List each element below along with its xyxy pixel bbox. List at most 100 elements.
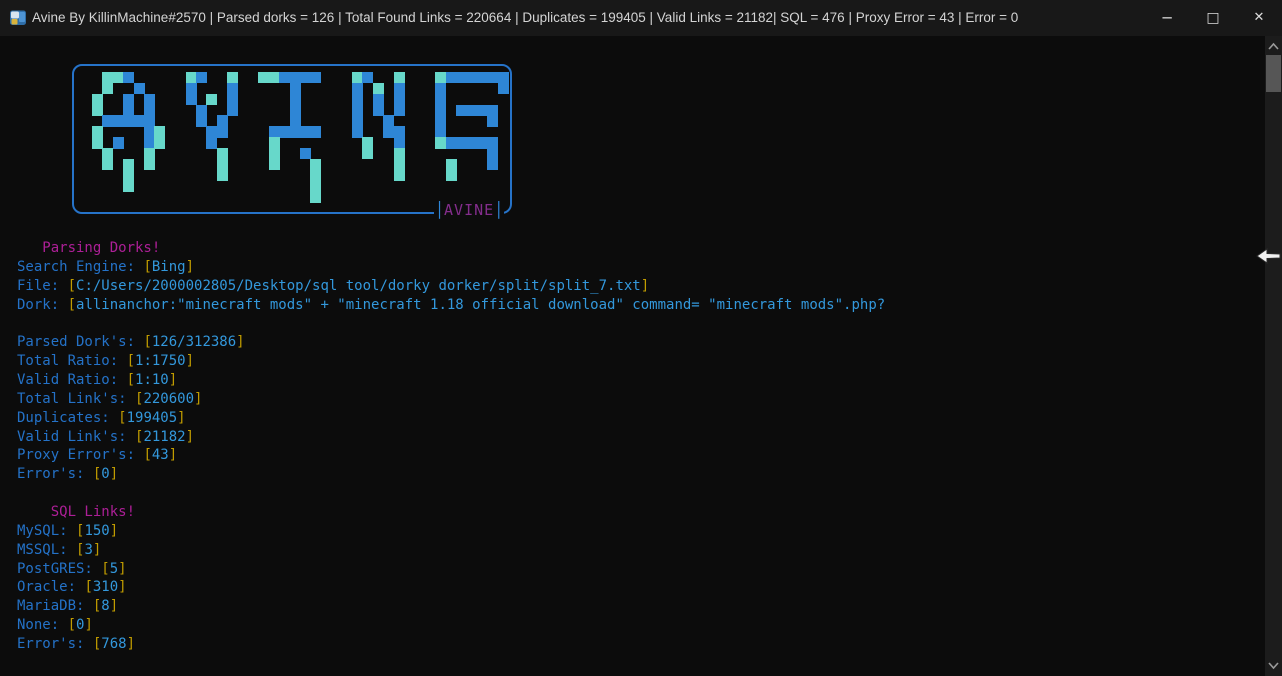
line-label: PostGRES: (17, 561, 101, 577)
line-label: Oracle: (17, 579, 84, 595)
logo-pixel-cyan (269, 159, 280, 170)
line-value: Bing (152, 259, 186, 275)
logo-pixel-cyan (217, 170, 228, 181)
logo-pixel-blue (227, 94, 238, 105)
logo-pixel-blue (290, 126, 301, 137)
bracket-open: [ (68, 278, 76, 294)
logo-pixel-blue (435, 126, 446, 137)
logo-pixel-blue (498, 83, 509, 94)
logo-pixel-blue (487, 159, 498, 170)
logo-pixel-blue (456, 72, 467, 83)
logo-pixel-blue (487, 137, 498, 148)
logo-pixel-blue (394, 83, 405, 94)
logo-pixel-cyan (144, 159, 155, 170)
logo-pixel-blue (300, 148, 311, 159)
logo-pixel-blue (123, 115, 134, 126)
logo-pixel-blue (310, 126, 321, 137)
bracket-open: [ (101, 561, 109, 577)
logo-pixel-cyan (102, 148, 113, 159)
line-value: allinanchor:"minecraft mods" + "minecraf… (76, 297, 885, 313)
logo-pixel-blue (487, 148, 498, 159)
line-label: Duplicates: (17, 410, 118, 426)
scroll-down-button[interactable] (1265, 657, 1282, 673)
console-line: Parsed Dork's: [126/312386] (17, 333, 885, 352)
bracket-close: ] (84, 617, 92, 633)
console-line: Parsing Dorks! (17, 239, 885, 258)
logo-pixel-blue (394, 137, 405, 148)
bracket-close: ] (127, 636, 135, 652)
logo-pixel-cyan (310, 181, 321, 192)
logo-pixel-cyan (352, 72, 363, 83)
logo-pixel-blue (477, 72, 488, 83)
logo-pixel-blue (383, 115, 394, 126)
logo-tag-pipe-right: │ (494, 201, 503, 219)
logo-pixel-blue (352, 94, 363, 105)
line-value: 310 (93, 579, 118, 595)
logo-pixel-cyan (310, 191, 321, 202)
logo-pixel-blue (279, 126, 290, 137)
logo-pixel-cyan (154, 137, 165, 148)
close-button[interactable]: ✕ (1236, 0, 1282, 36)
logo-pixel-cyan (217, 159, 228, 170)
bracket-close: ] (169, 447, 177, 463)
logo-pixel-blue (456, 105, 467, 116)
logo-pixel-blue (394, 94, 405, 105)
logo-pixel-blue (352, 115, 363, 126)
logo-tag-pipe-left: │ (435, 201, 444, 219)
logo-pixel-blue (134, 115, 145, 126)
logo-pixel-blue (290, 105, 301, 116)
logo-pixel-cyan (362, 148, 373, 159)
logo-pixel-cyan (154, 126, 165, 137)
title-bar[interactable]: Avine By KillinMachine#2570 | Parsed dor… (0, 0, 1282, 36)
line-value: 199405 (127, 410, 178, 426)
console-line: MySQL: [150] (17, 522, 885, 541)
logo-pixel-blue (352, 126, 363, 137)
line-label: Search Engine: (17, 259, 143, 275)
logo-pixel-blue (310, 72, 321, 83)
logo-pixel-cyan (217, 148, 228, 159)
line-value: 43 (152, 447, 169, 463)
scroll-up-button[interactable] (1265, 39, 1282, 55)
logo-pixel-blue (435, 94, 446, 105)
logo-pixel-cyan (310, 170, 321, 181)
console-line: File: [C:/Users/2000002805/Desktop/sql t… (17, 277, 885, 296)
logo-pixel-cyan (394, 72, 405, 83)
logo-pixel-cyan (123, 159, 134, 170)
logo-pixel-cyan (435, 137, 446, 148)
vertical-scrollbar[interactable] (1265, 36, 1282, 676)
logo-pixel-blue (498, 72, 509, 83)
logo-pixel-blue (290, 72, 301, 83)
logo-pixel-cyan (186, 72, 197, 83)
logo-pixel-blue (186, 83, 197, 94)
maximize-button[interactable]: □ (1190, 0, 1236, 36)
logo-pixel-blue (269, 126, 280, 137)
line-value: 8 (101, 598, 109, 614)
logo-pixel-blue (227, 83, 238, 94)
bracket-close: ] (236, 334, 244, 350)
app-icon (9, 10, 27, 26)
console-line (17, 484, 885, 503)
bracket-open: [ (143, 447, 151, 463)
logo-pixel-blue (373, 105, 384, 116)
logo-pixel-cyan (394, 159, 405, 170)
scrollbar-thumb[interactable] (1266, 55, 1281, 92)
logo-pixel-blue (144, 105, 155, 116)
bracket-open: [ (127, 372, 135, 388)
logo-pixel-blue (435, 83, 446, 94)
line-value: 150 (84, 523, 109, 539)
console-line: SQL Links! (17, 503, 885, 522)
logo-pixel-cyan (113, 72, 124, 83)
line-label: Parsed Dork's: (17, 334, 143, 350)
line-value: 768 (101, 636, 126, 652)
bracket-open: [ (68, 297, 76, 313)
line-label: Valid Ratio: (17, 372, 127, 388)
logo-pixel-cyan (123, 181, 134, 192)
logo-pixel-cyan (144, 148, 155, 159)
logo-pixel-cyan (446, 159, 457, 170)
logo-pixel-blue (144, 115, 155, 126)
logo-pixel-blue (352, 105, 363, 116)
minimize-button[interactable]: ─ (1144, 0, 1190, 36)
logo-pixel-blue (435, 105, 446, 116)
section-header: SQL Links! (17, 504, 135, 520)
line-label: MSSQL: (17, 542, 76, 558)
